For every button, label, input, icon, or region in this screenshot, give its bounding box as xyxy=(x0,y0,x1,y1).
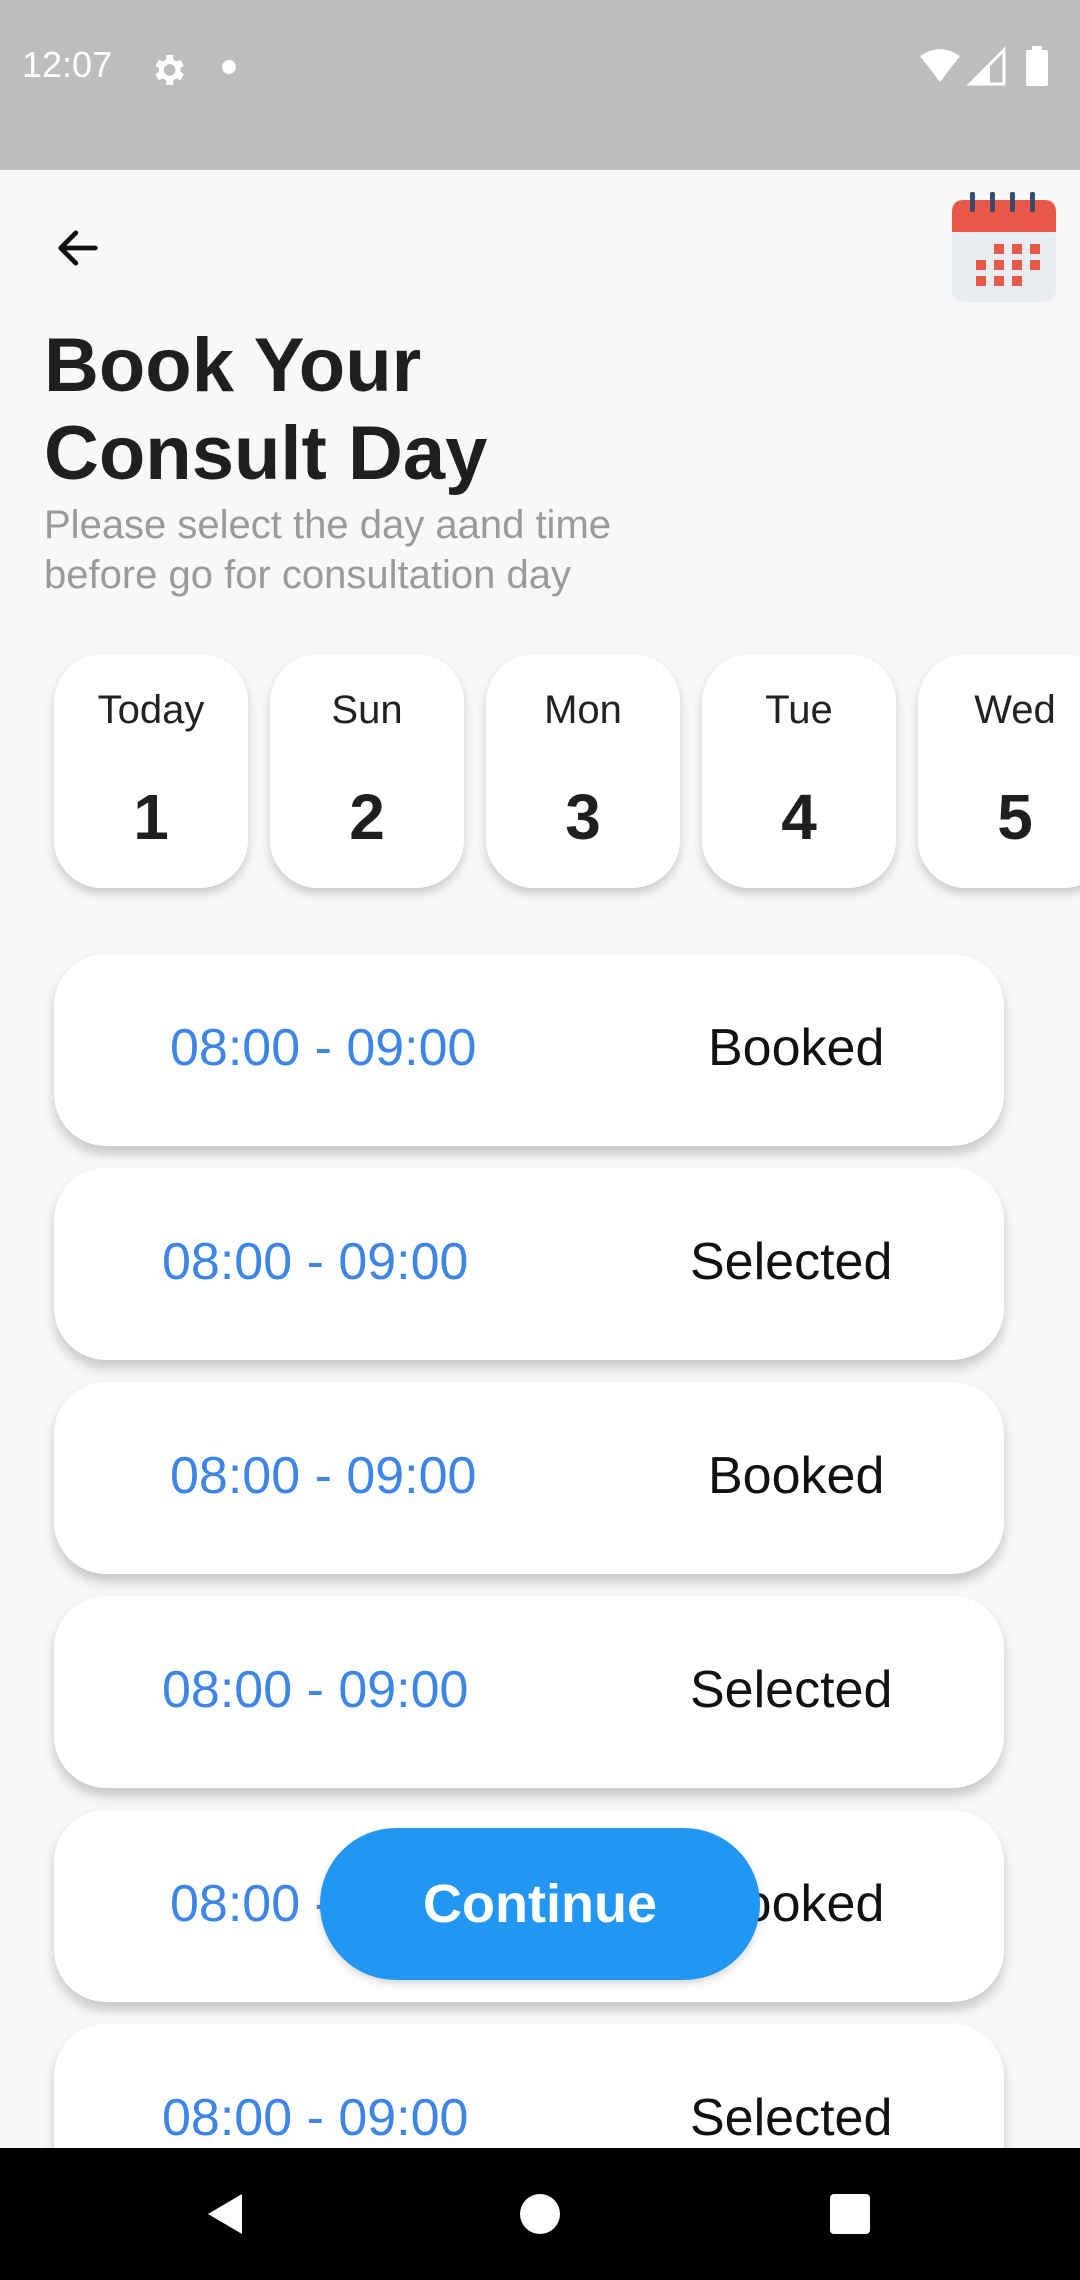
day-number: 3 xyxy=(565,781,601,853)
home-circle-icon xyxy=(520,2194,560,2234)
system-nav-bar xyxy=(0,2148,1080,2280)
subtitle-line-2: before go for consultation day xyxy=(44,553,572,597)
status-right-icons xyxy=(920,46,1048,86)
day-chip-mon[interactable]: Mon 3 xyxy=(486,654,680,888)
slot-status: Booked xyxy=(708,1447,885,1505)
gear-icon xyxy=(155,55,184,85)
time-slot[interactable]: 08:00 - 09:00 Booked xyxy=(54,954,1004,1146)
page-title: Book Your Consult Day xyxy=(44,322,744,498)
time-slot[interactable]: 08:00 - 09:00 Selected xyxy=(54,1596,1004,1788)
day-chip-wed[interactable]: Wed 5 xyxy=(918,654,1080,888)
day-number: 2 xyxy=(349,781,385,853)
time-slot[interactable]: 08:00 - 09:00 Selected xyxy=(54,1168,1004,1360)
day-number: 1 xyxy=(133,781,169,853)
back-button[interactable] xyxy=(40,210,116,286)
day-name: Tue xyxy=(765,688,833,732)
time-slot[interactable]: 08:00 - 09:00 Booked xyxy=(54,1382,1004,1574)
calendar-icon xyxy=(952,192,1056,302)
status-bar: 12:07 xyxy=(0,0,1080,170)
arrow-left-icon xyxy=(58,230,98,266)
slot-status: Selected xyxy=(690,1661,893,1719)
day-number: 5 xyxy=(997,781,1033,853)
title-line-2: Consult Day xyxy=(44,411,488,496)
nav-recents-button[interactable] xyxy=(810,2174,890,2254)
nav-back-button[interactable] xyxy=(186,2174,266,2254)
battery-icon xyxy=(1026,50,1048,86)
subtitle-line-1: Please select the day aand time xyxy=(44,503,612,547)
slot-time: 08:00 - 09:00 xyxy=(162,1661,469,1719)
recents-square-icon xyxy=(830,2194,870,2234)
time-slot[interactable]: 08:00 - 09:00 Selected xyxy=(54,2024,1004,2148)
status-time: 12:07 xyxy=(22,44,113,85)
back-triangle-icon xyxy=(208,2194,242,2234)
day-name: Sun xyxy=(331,688,403,732)
day-chip-tue[interactable]: Tue 4 xyxy=(702,654,896,888)
slot-time: 08:00 - 09:00 xyxy=(162,1233,469,1291)
day-number: 4 xyxy=(781,781,817,853)
page-subtitle: Please select the day aand time before g… xyxy=(44,500,764,600)
title-line-1: Book Your xyxy=(44,323,422,408)
slot-status: Selected xyxy=(690,2089,893,2147)
day-name: Today xyxy=(97,688,205,732)
slot-time: 08:00 - 09:00 xyxy=(162,2089,469,2147)
day-name: Wed xyxy=(974,688,1056,732)
nav-home-button[interactable] xyxy=(500,2174,580,2254)
day-name: Mon xyxy=(544,688,622,732)
notification-dot xyxy=(222,60,236,74)
day-chip-today[interactable]: Today 1 xyxy=(54,654,248,888)
wifi-icon xyxy=(920,49,960,82)
slot-time: 08:00 - 09:00 xyxy=(170,1019,477,1077)
day-selector: Today 1 Sun 2 Mon 3 Tue 4 Wed 5 xyxy=(0,640,1080,910)
continue-button[interactable]: Continue xyxy=(320,1828,760,1980)
day-chip-sun[interactable]: Sun 2 xyxy=(270,654,464,888)
slot-status: Booked xyxy=(708,1019,885,1077)
slot-time: 08:00 - 09:00 xyxy=(170,1447,477,1505)
booking-screen: 12:07 Book Your Consult Day Please selec… xyxy=(0,0,1080,2280)
slot-status: Selected xyxy=(690,1233,893,1291)
